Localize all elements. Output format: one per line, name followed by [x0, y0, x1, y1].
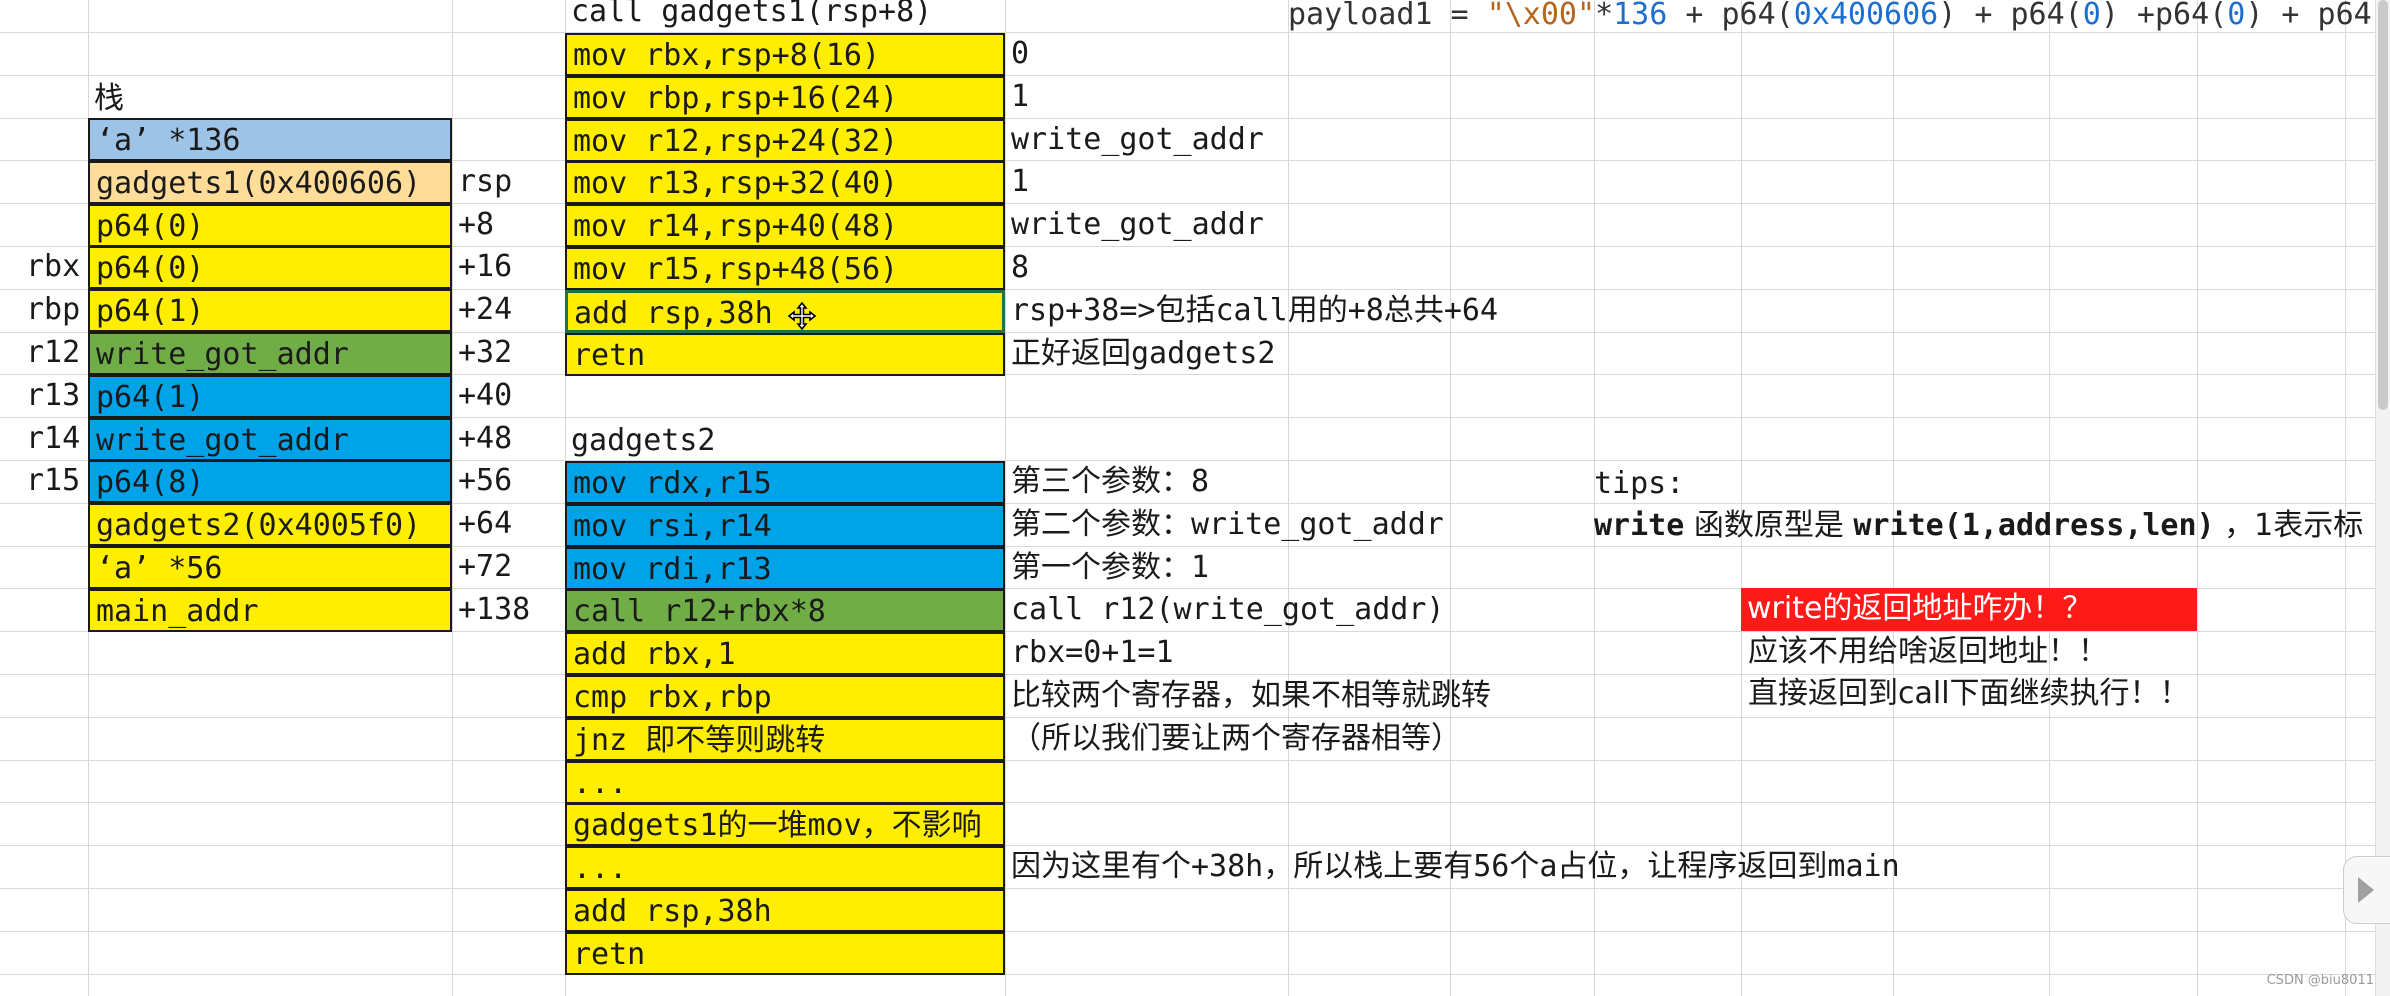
- stack-offset: +24: [458, 292, 513, 327]
- gadgets1-instruction: mov r13,rsp+32(40): [565, 161, 1005, 204]
- gadgets1-note: rsp+38=>包括call用的+8总共+64: [1011, 293, 1499, 328]
- stack-register-label: rbp: [26, 292, 81, 327]
- stack-slot: gadgets2(0x4005f0): [88, 503, 452, 546]
- gadgets2-instruction: add rsp,38h: [565, 889, 1005, 932]
- gadgets1-note: write_got_addr: [1011, 122, 1264, 157]
- stack-title: 栈: [94, 81, 124, 116]
- stack-register-label: r13: [26, 378, 81, 413]
- gadgets1-note: 1: [1011, 79, 1030, 114]
- gadgets2-instruction: add rbx,1: [565, 632, 1005, 675]
- gadgets2-instruction: mov rdi,r13: [565, 547, 1005, 590]
- stack-offset: +48: [458, 421, 513, 456]
- move-cross-cursor-icon: [788, 302, 816, 330]
- stack-offset: +64: [458, 506, 513, 541]
- gadgets1-instruction: retn: [565, 333, 1005, 376]
- vertical-scrollbar[interactable]: [2375, 0, 2390, 996]
- gadgets2-instruction: jnz 即不等则跳转: [565, 718, 1005, 761]
- gadgets1-note: 正好返回gadgets2: [1011, 336, 1276, 371]
- stack-slot: write_got_addr: [88, 332, 452, 375]
- gadgets1-instruction: mov r14,rsp+40(48): [565, 204, 1005, 247]
- stack-offset: rsp: [458, 164, 513, 199]
- stack-slot: p64(0): [88, 246, 452, 289]
- stack-register-label: r15: [26, 463, 81, 498]
- stack-offset: +40: [458, 378, 513, 413]
- gadgets1-note: 0: [1011, 36, 1030, 71]
- stack-offset: +8: [458, 207, 495, 242]
- spreadsheet-sheet[interactable]: payload1 = "\x00"*136 + p64(0x400606) + …: [0, 0, 2390, 996]
- stack-register-label: [20, 161, 88, 204]
- gadgets2-note: （所以我们要让两个寄存器相等）: [1011, 721, 1461, 756]
- gadgets2-note: [1005, 803, 2205, 846]
- gadgets2-instruction: mov rdx,r15: [565, 461, 1005, 504]
- gadgets2-instruction: ...: [565, 761, 1005, 804]
- tips-write-prototype: write 函数原型是 write(1,address,len) ，1表示标: [1594, 508, 2364, 543]
- gadgets2-instruction: retn: [565, 932, 1005, 975]
- return-note: 应该不用给啥返回地址！！: [1748, 634, 2108, 669]
- stack-slot: ‘a’ *56: [88, 546, 452, 589]
- stack-slot: p64(1): [88, 289, 452, 332]
- gadgets2-instruction: gadgets1的一堆mov，不影响: [565, 803, 1005, 846]
- watermark: CSDN @biu8011: [2266, 973, 2374, 988]
- gadgets2-header: gadgets2: [571, 423, 716, 458]
- stack-register-label: r14: [26, 421, 81, 456]
- gadgets2-instruction: cmp rbx,rbp: [565, 675, 1005, 718]
- grid-column-line: [2345, 0, 2346, 996]
- stack-offset: +32: [458, 335, 513, 370]
- gadgets2-note: [1005, 889, 2205, 932]
- stack-slot: p64(0): [88, 204, 452, 247]
- stack-offset: [452, 118, 565, 161]
- stack-register-label: r12: [26, 335, 81, 370]
- gadgets1-instruction: mov r15,rsp+48(56): [565, 247, 1005, 290]
- gadgets2-note: [1005, 932, 2205, 975]
- gadgets2-note: 第一个参数：1: [1011, 550, 1210, 585]
- warning-note: write的返回地址咋办！？: [1741, 588, 2197, 631]
- stack-slot: ‘a’ *136: [88, 118, 452, 161]
- stack-register-label: [20, 546, 88, 589]
- stack-slot: main_addr: [88, 589, 452, 632]
- continue-note: 直接返回到call下面继续执行！！: [1748, 676, 2190, 711]
- gadgets2-note: 因为这里有个+38h，所以栈上要有56个a占位，让程序返回到main: [1011, 849, 1900, 884]
- gadgets1-instruction: mov rbp,rsp+16(24): [565, 76, 1005, 119]
- stack-register-label: [20, 503, 88, 546]
- stack-register-label: [20, 589, 88, 632]
- selected-cell[interactable]: add rsp,38h: [565, 290, 1005, 333]
- tips-label: tips:: [1594, 466, 1685, 501]
- stack-slot: gadgets1(0x400606): [88, 161, 452, 204]
- gadgets1-instruction: mov r12,rsp+24(32): [565, 119, 1005, 162]
- gadgets2-instruction: call r12+rbx*8: [565, 589, 1005, 632]
- scroll-right-icon[interactable]: [2343, 856, 2390, 924]
- stack-slot: p64(1): [88, 375, 452, 418]
- gadgets2-instruction: mov rsi,r14: [565, 504, 1005, 547]
- stack-slot: p64(8): [88, 460, 452, 503]
- gadgets2-instruction: ...: [565, 846, 1005, 889]
- gadgets1-header: call gadgets1(rsp+8): [571, 0, 933, 29]
- scrollbar-thumb[interactable]: [2378, 0, 2388, 410]
- gadgets2-note: [1005, 761, 2205, 804]
- stack-slot: write_got_addr: [88, 418, 452, 461]
- stack-offset: +138: [458, 592, 531, 627]
- stack-offset: +56: [458, 463, 513, 498]
- stack-register-label: [20, 204, 88, 247]
- stack-offset: +72: [458, 549, 513, 584]
- gadgets1-note: 8: [1011, 250, 1030, 285]
- gadgets1-note: write_got_addr: [1011, 207, 1264, 242]
- stack-register-label: [20, 118, 88, 161]
- stack-register-label: rbx: [26, 249, 81, 284]
- payload-formula: payload1 = "\x00"*136 + p64(0x400606) + …: [1288, 0, 2390, 32]
- gadgets1-note: 1: [1011, 164, 1030, 199]
- gadgets1-instruction: mov rbx,rsp+8(16): [565, 33, 1005, 76]
- stack-offset: +16: [458, 249, 513, 284]
